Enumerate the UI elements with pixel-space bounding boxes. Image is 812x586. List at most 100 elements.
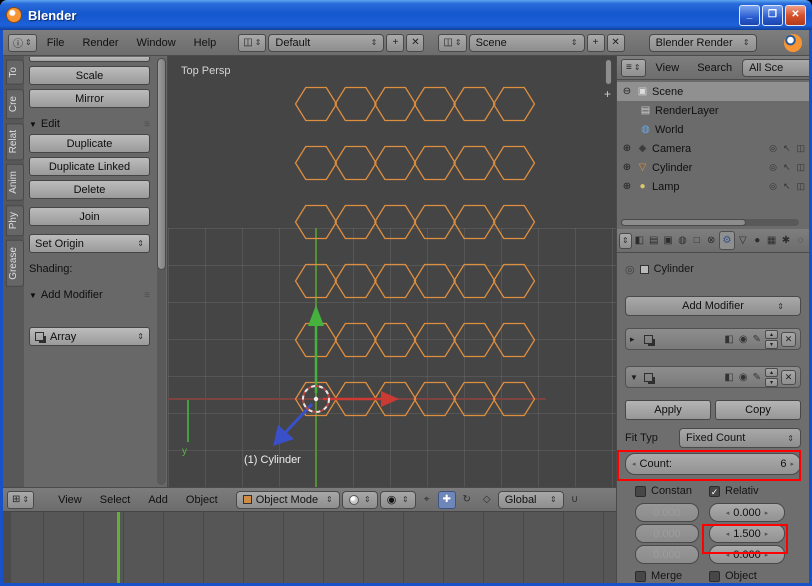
outliner-item-lamp[interactable]: ⊕ ● Lamp ◎ ↖ ◫: [617, 177, 809, 196]
render-toggle-icon[interactable]: ◧: [724, 334, 733, 345]
outliner-item-scene[interactable]: ⊖ ▣ Scene: [617, 82, 809, 101]
constant-x-field[interactable]: 0.000: [635, 503, 699, 522]
manipulator-translate-icon[interactable]: ✚: [438, 491, 456, 509]
properties-editor-button[interactable]: ⇕: [619, 233, 632, 249]
tab-modifiers-icon[interactable]: ⚙: [719, 231, 735, 250]
scale-button[interactable]: Scale: [29, 66, 150, 85]
delete-button[interactable]: Delete: [29, 180, 150, 199]
add-scene-button[interactable]: +: [587, 34, 605, 52]
duplicate-linked-button[interactable]: Duplicate Linked: [29, 157, 150, 176]
restrict-render-icon[interactable]: ◫: [796, 143, 805, 154]
move-down-icon[interactable]: ▾: [765, 378, 778, 387]
manipulator-scale-icon[interactable]: ◇: [478, 491, 496, 509]
object-offset-toggle[interactable]: Object: [709, 570, 757, 582]
pin-icon[interactable]: ◎: [625, 263, 635, 276]
restrict-select-icon[interactable]: ↖: [783, 181, 791, 192]
outliner-filter-dropdown[interactable]: All Sce: [742, 59, 809, 77]
expand-icon[interactable]: ⊕: [621, 162, 633, 173]
view3d-editor-button[interactable]: ⊞ ⇕: [7, 491, 34, 509]
shelf-tab-physics[interactable]: Phy: [6, 205, 24, 236]
outliner-item-cylinder[interactable]: ⊕ ▽ Cylinder ◎ ↖ ◫: [617, 158, 809, 177]
fit-type-dropdown[interactable]: Fixed Count ⇕: [679, 428, 801, 448]
tool-shelf-scrollbar[interactable]: [157, 58, 166, 485]
constant-y-field[interactable]: 0.000: [635, 524, 699, 543]
scene-icon-button[interactable]: ◫ ⇕: [438, 34, 466, 52]
decrement-icon[interactable]: ◂: [632, 460, 636, 468]
panel-menu-icon[interactable]: ≡: [144, 119, 150, 130]
constant-offset-toggle[interactable]: Constan: [635, 485, 699, 497]
add-modifier-dropdown[interactable]: Add Modifier ⇕: [625, 296, 801, 316]
restrict-render-icon[interactable]: ◫: [796, 162, 805, 173]
relative-y-field[interactable]: ◂1.500▸: [709, 524, 785, 543]
menu-help[interactable]: Help: [186, 34, 225, 52]
count-field[interactable]: ◂ Count: 6 ▸: [625, 453, 801, 475]
delete-layout-button[interactable]: ✕: [406, 34, 424, 52]
tab-render-icon[interactable]: ◧: [633, 235, 646, 246]
view3d-menu-view[interactable]: View: [50, 491, 90, 509]
tab-scene-icon[interactable]: ▣: [661, 235, 674, 246]
editor-type-info-button[interactable]: ⓘ ⇕: [8, 34, 37, 52]
copy-button[interactable]: Copy: [715, 400, 801, 420]
manipulator-rotate-icon[interactable]: ↻: [458, 491, 476, 509]
expand-icon[interactable]: ⊕: [621, 181, 633, 192]
shelf-tab-relations[interactable]: Relat: [6, 123, 24, 160]
outliner-item-renderlayer[interactable]: ▤ RenderLayer: [617, 101, 809, 120]
scene-dropdown[interactable]: Scene ⇕: [469, 34, 585, 52]
move-up-icon[interactable]: ▴: [765, 368, 778, 377]
expand-icon[interactable]: ⊕: [621, 143, 633, 154]
increment-icon[interactable]: ▸: [765, 509, 769, 517]
tab-render-layers-icon[interactable]: ▤: [647, 235, 660, 246]
shelf-tab-grease[interactable]: Grease: [6, 240, 24, 287]
visibility-toggle-icon[interactable]: ◉: [739, 372, 748, 383]
collapse-icon[interactable]: ⊖: [621, 86, 633, 97]
relative-x-field[interactable]: ◂0.000▸: [709, 503, 785, 522]
menu-file[interactable]: File: [39, 34, 73, 52]
pivot-dropdown[interactable]: ◉ ⇕: [380, 491, 416, 509]
view3d-menu-object[interactable]: Object: [178, 491, 226, 509]
scrollbar-thumb[interactable]: [157, 58, 166, 270]
collapse-icon[interactable]: ▼: [630, 373, 641, 382]
screen-layout-dropdown[interactable]: Default ⇕: [268, 34, 384, 52]
mode-dropdown[interactable]: Object Mode ⇕: [236, 491, 340, 509]
outliner-item-camera[interactable]: ⊕ ◆ Camera ◎ ↖ ◫: [617, 139, 809, 158]
expand-icon[interactable]: ▸: [630, 334, 641, 345]
shelf-tab-create[interactable]: Cre: [6, 89, 24, 119]
viewport-3d[interactable]: Top Persp (1) Cylinder y +: [168, 56, 616, 487]
menu-window[interactable]: Window: [129, 34, 184, 52]
close-button[interactable]: ✕: [785, 5, 806, 26]
set-origin-dropdown[interactable]: Set Origin ⇕: [29, 234, 150, 253]
increment-icon[interactable]: ▸: [765, 530, 769, 538]
tab-constraints-icon[interactable]: ⊗: [705, 235, 718, 246]
properties-region-toggle[interactable]: +: [601, 89, 614, 102]
tab-physics-icon[interactable]: ◌: [794, 235, 807, 246]
view3d-menu-select[interactable]: Select: [92, 491, 139, 509]
restrict-select-icon[interactable]: ↖: [783, 162, 791, 173]
checkbox-unchecked[interactable]: [635, 486, 646, 497]
tab-object-icon[interactable]: □: [690, 235, 703, 246]
view3d-menu-add[interactable]: Add: [140, 491, 176, 509]
render-toggle-icon[interactable]: ◧: [724, 372, 733, 383]
decrement-icon[interactable]: ◂: [726, 509, 730, 517]
edit-panel-header[interactable]: ▼ Edit ≡: [29, 118, 150, 130]
constant-z-field[interactable]: 0.000: [635, 545, 699, 564]
delete-scene-button[interactable]: ✕: [607, 34, 625, 52]
render-engine-dropdown[interactable]: Blender Render ⇕: [649, 34, 757, 52]
checkbox-unchecked[interactable]: [635, 571, 646, 582]
restrict-select-icon[interactable]: ↖: [783, 143, 791, 154]
pivot-align-icon[interactable]: ⌖: [418, 491, 436, 509]
tab-particles-icon[interactable]: ✱: [779, 235, 792, 246]
visibility-toggle-icon[interactable]: ◉: [739, 334, 748, 345]
modifier-header-collapsed[interactable]: ▸ ◧ ◉ ✎ ▴ ▾ ✕: [625, 328, 801, 350]
outliner-item-world[interactable]: ◍ World: [617, 120, 809, 139]
panel-menu-icon[interactable]: ≡: [144, 290, 150, 301]
outliner-editor-button[interactable]: ≡ ⇕: [621, 59, 646, 77]
viewport-shading-dropdown[interactable]: ⇕: [342, 491, 378, 509]
shelf-tab-animation[interactable]: Anim: [6, 164, 24, 201]
restrict-view-icon[interactable]: ◎: [769, 143, 777, 154]
outliner-menu-view[interactable]: View: [648, 59, 688, 77]
move-down-icon[interactable]: ▾: [765, 340, 778, 349]
checkbox-checked[interactable]: ✓: [709, 486, 720, 497]
add-layout-button[interactable]: +: [386, 34, 404, 52]
maximize-button[interactable]: ❐: [762, 5, 783, 26]
timeline-panel[interactable]: [3, 511, 616, 583]
